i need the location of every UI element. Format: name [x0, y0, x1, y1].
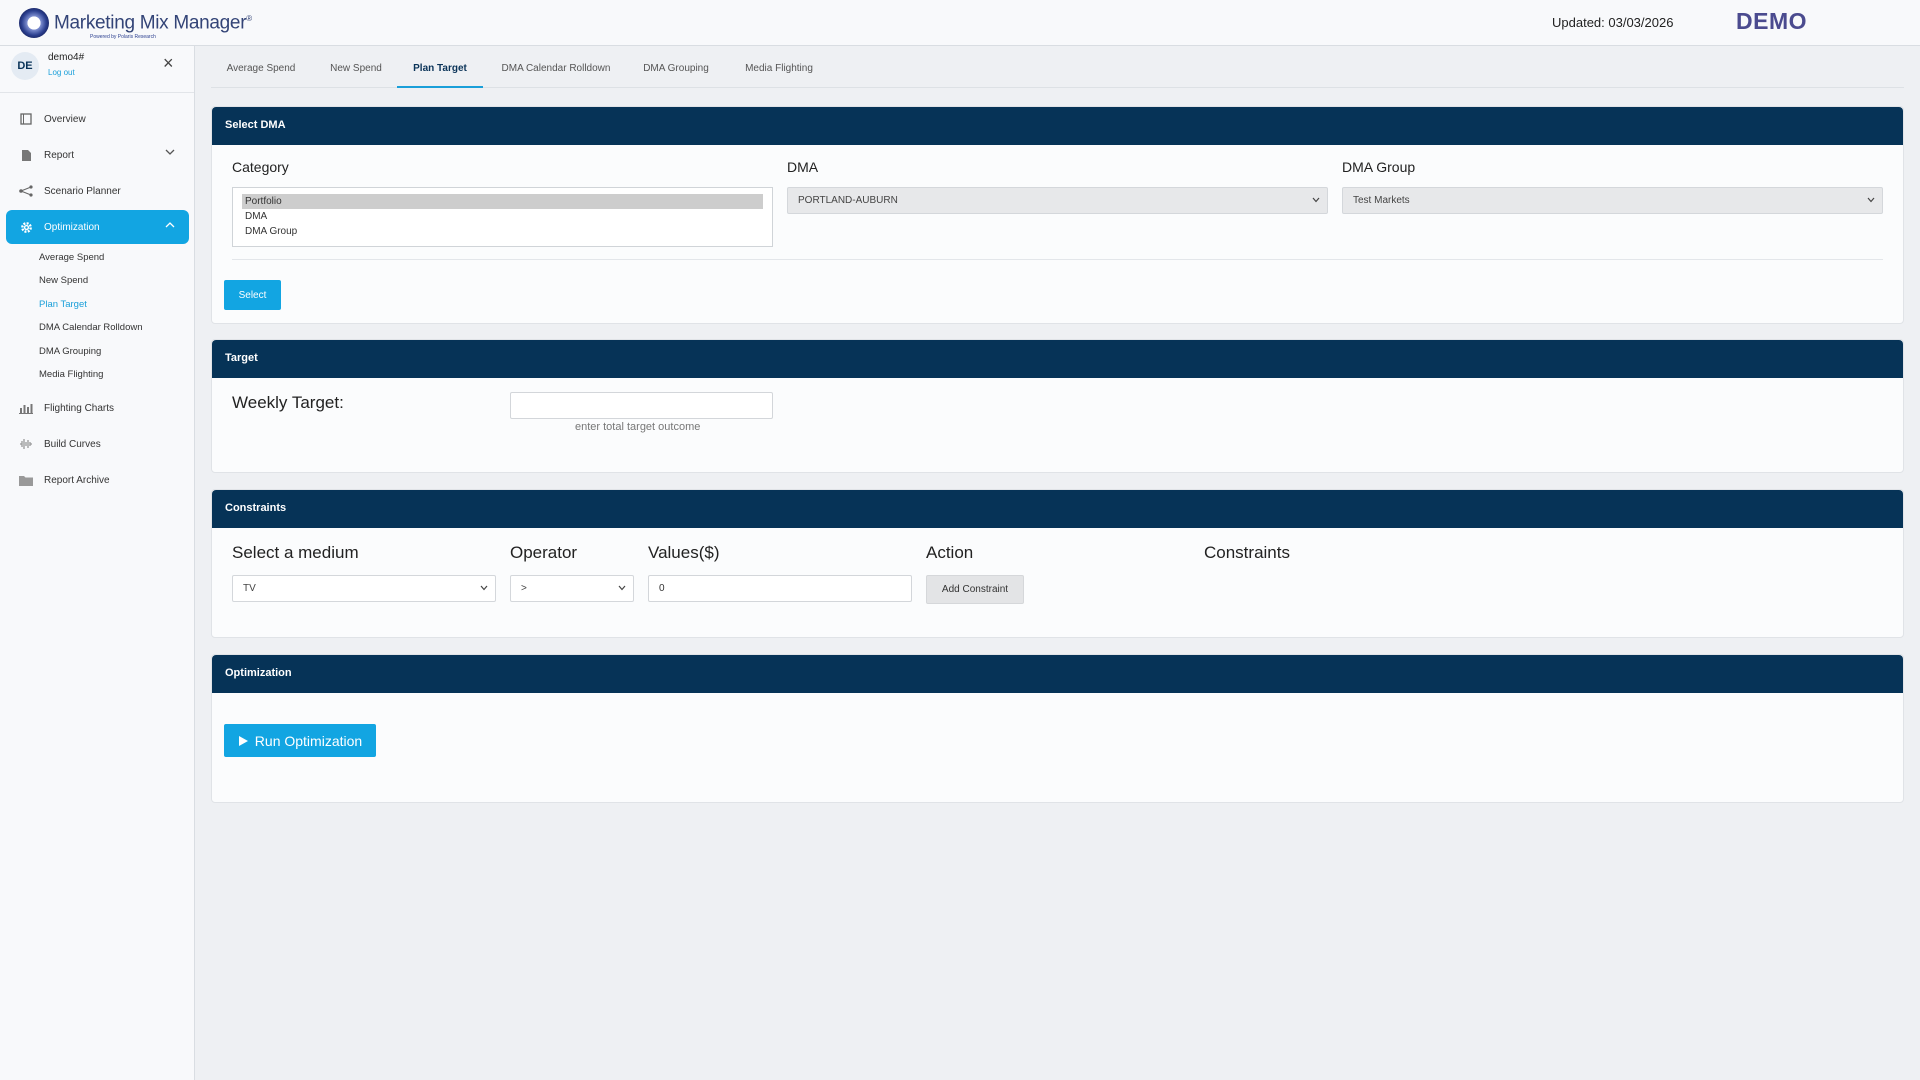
weekly-target-hint: enter total target outcome — [575, 421, 701, 433]
chevron-down-icon — [1867, 195, 1875, 205]
play-icon — [238, 735, 249, 747]
sidebar-item-scenario-planner[interactable]: Scenario Planner — [6, 174, 189, 208]
gear-icon — [19, 220, 33, 234]
target-card: Target Weekly Target: enter total target… — [211, 339, 1904, 473]
category-listbox[interactable]: Portfolio DMA DMA Group — [232, 187, 773, 247]
sidebar-subitem-new-spend[interactable]: New Spend — [39, 275, 88, 286]
dma-label: DMA — [787, 159, 819, 175]
operator-select[interactable]: > — [510, 575, 634, 602]
select-button[interactable]: Select — [224, 280, 281, 310]
chevron-up-icon — [165, 220, 175, 231]
sidebar-item-report[interactable]: Report — [6, 138, 189, 172]
action-label: Action — [926, 543, 974, 562]
sidebar-subitem-average-spend[interactable]: Average Spend — [39, 252, 104, 263]
tab-dma-calendar-rolldown[interactable]: DMA Calendar Rolldown — [489, 58, 623, 88]
tab-media-flighting[interactable]: Media Flighting — [729, 58, 829, 88]
constraints-card: Constraints Select a medium Operator Val… — [211, 489, 1904, 638]
category-option[interactable]: DMA Group — [242, 224, 763, 239]
chevron-down-icon — [480, 583, 488, 593]
card-title: Target — [212, 340, 1903, 378]
dma-group-select[interactable]: Test Markets — [1342, 187, 1883, 214]
sidebar: DE demo4# Log out × Overview Report Scen… — [0, 46, 195, 1080]
demo-badge: DEMO — [1736, 8, 1807, 34]
tab-plan-target[interactable]: Plan Target — [397, 58, 483, 88]
card-title: Select DMA — [212, 107, 1903, 145]
document-icon — [19, 148, 33, 162]
app-logo[interactable]: Marketing Mix Manager® Powered by Polari… — [19, 8, 252, 42]
weekly-target-label: Weekly Target: — [232, 393, 344, 412]
constraints-list-label: Constraints — [1204, 543, 1290, 562]
operator-select-value: > — [521, 583, 527, 594]
sidebar-item-label: Flighting Charts — [44, 402, 115, 414]
dma-select-value: PORTLAND-AUBURN — [798, 195, 898, 206]
dma-group-select-value: Test Markets — [1353, 195, 1410, 206]
tab-dma-grouping[interactable]: DMA Grouping — [629, 58, 723, 88]
sidebar-item-overview[interactable]: Overview — [6, 102, 189, 136]
powered-by-text: Powered by Polaris Research — [90, 34, 156, 41]
top-header: Marketing Mix Manager® Powered by Polari… — [0, 0, 1920, 46]
sidebar-item-flighting-charts[interactable]: Flighting Charts — [6, 391, 189, 425]
select-dma-card: Select DMA Category Portfolio DMA DMA Gr… — [211, 106, 1904, 324]
logo-mark-icon — [19, 8, 49, 38]
sidebar-subitem-media-flighting[interactable]: Media Flighting — [39, 369, 103, 380]
chevron-down-icon — [1312, 195, 1320, 205]
weekly-target-input[interactable] — [510, 392, 773, 419]
sidebar-item-build-curves[interactable]: Build Curves — [6, 427, 189, 461]
medium-label: Select a medium — [232, 543, 359, 562]
chevron-down-icon — [618, 583, 626, 593]
sidebar-subitem-dma-grouping[interactable]: DMA Grouping — [39, 346, 101, 357]
sidebar-item-label: Scenario Planner — [44, 185, 121, 197]
sidebar-item-label: Build Curves — [44, 438, 101, 450]
tab-new-spend[interactable]: New Spend — [314, 58, 398, 88]
updated-date: Updated: 03/03/2026 — [1552, 15, 1674, 30]
run-optimization-label: Run Optimization — [254, 732, 363, 749]
avatar: DE — [11, 52, 39, 80]
bar-chart-icon — [19, 401, 33, 415]
operator-label: Operator — [510, 543, 578, 562]
tab-bar: Average Spend New Spend Plan Target DMA … — [211, 58, 1904, 88]
waveform-icon — [19, 437, 33, 451]
sidebar-subitem-dma-calendar-rolldown[interactable]: DMA Calendar Rolldown — [39, 322, 143, 333]
sidebar-subitem-plan-target[interactable]: Plan Target — [39, 299, 87, 310]
divider — [232, 259, 1883, 260]
chevron-down-icon — [165, 148, 175, 159]
sidebar-item-label: Optimization — [44, 221, 100, 233]
logout-link[interactable]: Log out — [48, 68, 75, 77]
category-label: Category — [232, 159, 289, 175]
sidebar-item-report-archive[interactable]: Report Archive — [6, 463, 189, 497]
app-title: Marketing Mix Manager® — [54, 12, 252, 34]
user-name: demo4# — [48, 52, 85, 63]
values-input[interactable]: 0 — [648, 575, 912, 602]
tab-average-spend[interactable]: Average Spend — [211, 58, 311, 88]
sidebar-item-label: Report — [44, 149, 75, 161]
category-option[interactable]: Portfolio — [242, 194, 763, 209]
sidebar-item-optimization[interactable]: Optimization — [6, 210, 189, 244]
medium-select-value: TV — [243, 583, 256, 594]
folder-icon — [19, 473, 33, 487]
run-optimization-button[interactable]: Run Optimization — [224, 724, 376, 757]
branch-icon — [19, 184, 33, 198]
card-title: Constraints — [212, 490, 1903, 528]
close-icon[interactable]: × — [163, 54, 174, 72]
square-icon — [19, 112, 33, 126]
user-panel: DE demo4# Log out × — [0, 46, 194, 93]
medium-select[interactable]: TV — [232, 575, 496, 602]
dma-group-label: DMA Group — [1342, 159, 1416, 175]
category-option[interactable]: DMA — [242, 209, 763, 224]
sidebar-item-label: Report Archive — [44, 474, 110, 486]
card-title: Optimization — [212, 655, 1903, 693]
dma-select[interactable]: PORTLAND-AUBURN — [787, 187, 1328, 214]
sidebar-item-label: Overview — [44, 113, 86, 125]
optimization-card: Optimization Run Optimization — [211, 654, 1904, 803]
values-label: Values($) — [648, 543, 720, 562]
add-constraint-button[interactable]: Add Constraint — [926, 575, 1024, 604]
